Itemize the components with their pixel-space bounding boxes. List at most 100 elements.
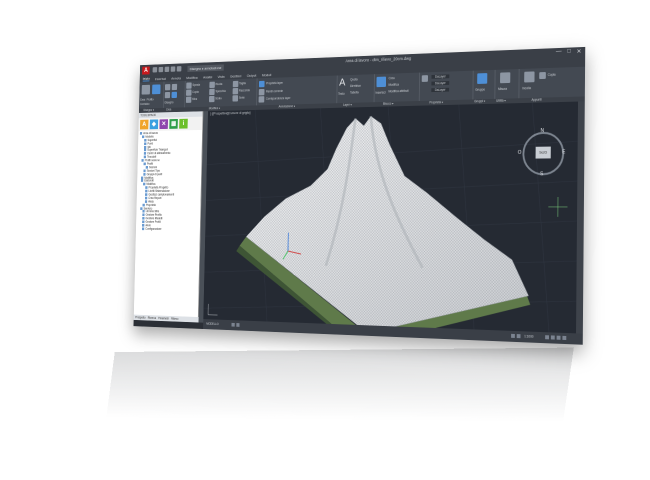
layer-properties-icon[interactable] (259, 81, 265, 88)
panel-title-block[interactable]: Blocco ▾ (383, 102, 393, 106)
isolate-icon[interactable] (551, 335, 555, 339)
redo-icon[interactable] (177, 66, 182, 71)
copy-clip-icon[interactable] (539, 72, 546, 79)
block-create-label[interactable]: Crea (389, 76, 395, 80)
edit-attributes-label[interactable]: Modifica attributi (388, 89, 408, 93)
paste-icon[interactable] (524, 71, 534, 82)
mirror-label[interactable]: Specchia (215, 89, 225, 93)
trim-icon[interactable] (233, 81, 239, 87)
app-logo-icon[interactable]: A (142, 66, 150, 74)
insert-block-icon[interactable] (376, 77, 386, 88)
table-label[interactable]: Tabella (350, 91, 359, 95)
tab-annotate[interactable]: Annota (171, 75, 181, 80)
mirror-icon[interactable] (209, 89, 215, 95)
panel-title-layer[interactable]: Layer ▾ (343, 103, 352, 107)
tab-output[interactable]: Output (247, 73, 257, 78)
measure-icon[interactable] (500, 72, 510, 83)
survey-icon[interactable]: ▦ (169, 119, 178, 129)
scale-icon[interactable] (209, 96, 215, 102)
panel-title-properties[interactable]: Proprietà ▾ (429, 100, 443, 104)
workspace-icon[interactable] (545, 335, 549, 339)
tree-item[interactable]: Configurazione (137, 227, 198, 231)
panel-title-draw[interactable]: Disegno ▾ (143, 108, 154, 112)
grid-toggle-icon[interactable] (232, 323, 235, 327)
new-icon[interactable] (153, 67, 158, 72)
scale-label[interactable]: Scala (215, 97, 221, 101)
compass-south[interactable]: S (540, 171, 543, 177)
customize-icon[interactable] (562, 336, 566, 340)
leader-label[interactable]: Direttrice (350, 84, 361, 88)
layer-current-label[interactable]: Rendi corrente (266, 89, 283, 93)
move-label[interactable]: Sposta (192, 83, 200, 87)
drawing-viewport[interactable]: [-][Prospettiva][Cursore di griglia] SUD… (203, 102, 578, 334)
trim-label[interactable]: Taglia (239, 81, 246, 85)
prospector-icon[interactable]: ◆ (150, 119, 158, 129)
panel-title-create[interactable]: Crea (166, 108, 171, 112)
model-space-toggle[interactable]: MODELLO (206, 322, 218, 326)
tab-modify[interactable]: Modifica (186, 75, 198, 80)
fullscreen-icon[interactable] (557, 336, 561, 340)
stretch-icon[interactable] (186, 97, 192, 103)
create-line-icon[interactable] (142, 85, 150, 95)
create-circle-icon[interactable] (152, 84, 160, 94)
panel-title-clipboard[interactable]: Appunti (531, 98, 541, 102)
copy-label[interactable]: Copia (192, 90, 198, 94)
tab-insert[interactable]: Inserisci (155, 76, 166, 81)
tab-manage[interactable]: Gestisci (230, 73, 241, 78)
polar-toggle-icon[interactable] (517, 334, 521, 338)
panel-title-modify[interactable]: Modifica ▾ (209, 106, 220, 110)
tab-analyze[interactable]: Analisi (203, 74, 212, 79)
minimize-button[interactable]: — (556, 49, 562, 56)
info-icon[interactable]: i (179, 119, 188, 129)
array-icon[interactable] (232, 95, 238, 101)
viewcube-face[interactable]: SUD (536, 147, 551, 159)
rotate-icon[interactable] (209, 82, 215, 88)
fillet-label[interactable]: Raccorda (239, 88, 250, 92)
tab-prospector[interactable]: Prospetto (135, 315, 145, 321)
arc-icon[interactable] (172, 84, 177, 90)
tab-settings[interactable]: Parametri (158, 316, 169, 322)
save-icon[interactable] (165, 67, 170, 72)
color-dropdown[interactable]: DaLayer (431, 74, 449, 78)
layer-properties-label[interactable]: Proprietà layer (266, 81, 283, 85)
maximize-button[interactable]: □ (567, 48, 571, 55)
compass-north[interactable]: N (541, 128, 544, 134)
annotation-scale[interactable]: 1:1000 (524, 334, 533, 338)
copy-clip-label[interactable]: Copia (548, 73, 556, 77)
layer-match-icon[interactable] (259, 96, 265, 102)
layer-current-icon[interactable] (259, 89, 265, 95)
fillet-icon[interactable] (233, 88, 239, 94)
array-label[interactable]: Serie (239, 96, 245, 100)
tab-home[interactable]: Inizio (143, 76, 150, 81)
group-icon[interactable] (477, 73, 487, 84)
lineweight-dropdown[interactable]: DaLayer (431, 88, 449, 92)
snap-toggle-icon[interactable] (236, 323, 239, 327)
match-properties-icon[interactable] (422, 75, 428, 82)
linetype-dropdown[interactable]: DaLayer (431, 81, 449, 85)
autodesk-logo-icon[interactable]: A (140, 120, 148, 130)
polyline-icon[interactable] (165, 84, 170, 90)
compass-east[interactable]: E (562, 149, 565, 155)
panel-title-groups[interactable]: Gruppi ▾ (474, 99, 485, 103)
layer-match-label[interactable]: Corrispondenza layer (266, 96, 291, 100)
undo-icon[interactable] (171, 66, 176, 71)
rotate-label[interactable]: Ruota (216, 82, 223, 86)
text-icon[interactable]: A (339, 77, 345, 88)
stretch-label[interactable]: Stira (192, 97, 197, 101)
rectangle-icon[interactable] (165, 92, 170, 98)
linear-label[interactable]: Quota (350, 78, 357, 82)
move-icon[interactable] (186, 82, 192, 88)
panel-title-utilities[interactable]: Utilità ▾ (496, 99, 506, 103)
panel-title-annotation[interactable]: Annotazione ▾ (279, 104, 296, 108)
settings-icon[interactable]: ✕ (159, 119, 168, 129)
tab-view[interactable]: Vista (218, 74, 225, 79)
open-icon[interactable] (159, 67, 164, 72)
tab-survey[interactable]: Rilievo (171, 316, 178, 322)
hatch-icon[interactable] (172, 92, 177, 98)
ortho-toggle-icon[interactable] (511, 334, 515, 338)
workspace-selector[interactable]: Disegno e annotazione (187, 64, 223, 72)
block-edit-label[interactable]: Modifica (389, 83, 399, 87)
close-button[interactable]: ✕ (576, 48, 581, 55)
compass-west[interactable]: O (518, 150, 522, 156)
navigation-bar[interactable] (576, 101, 585, 333)
